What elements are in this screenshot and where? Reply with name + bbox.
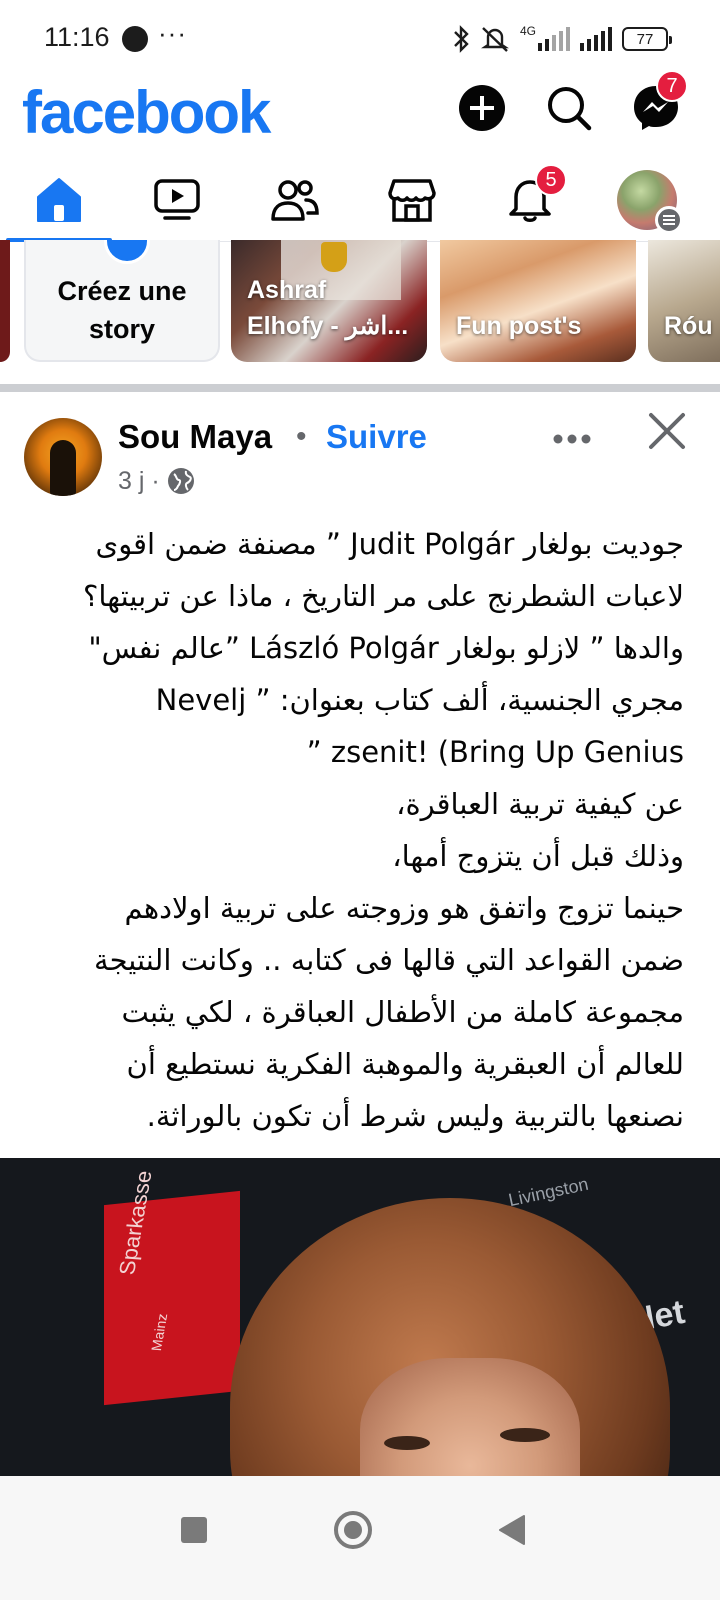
- plus-circle-icon: [459, 85, 505, 131]
- story-label: Róu: [664, 312, 713, 340]
- banner-text: Sparkasse: [114, 1169, 157, 1276]
- sponsor-banner: Sparkasse Mainz: [104, 1170, 240, 1406]
- post-more-button[interactable]: [552, 412, 592, 454]
- video-icon: [154, 179, 200, 220]
- back-system-button[interactable]: [484, 1502, 540, 1558]
- tab-home[interactable]: [4, 160, 114, 240]
- post-time[interactable]: 3 j ·: [118, 467, 160, 496]
- tab-menu[interactable]: [592, 160, 702, 240]
- post-header: Sou Maya • Suivre 3 j ·: [0, 402, 720, 512]
- create-story-plus-icon: [104, 240, 150, 264]
- circle-home-icon: [334, 1511, 372, 1549]
- post-text-line: نصنعها بالتربية وليس شرط أن تكون بالوراث…: [146, 1099, 684, 1133]
- author-name[interactable]: Sou Maya: [118, 418, 272, 456]
- home-icon: [37, 178, 81, 222]
- story-label: Ashraf Elhofy - اشر...: [247, 276, 409, 340]
- trophy-icon: [321, 242, 347, 272]
- story-card-partial[interactable]: [0, 240, 10, 362]
- battery-icon: 77: [622, 27, 672, 51]
- home-system-button[interactable]: [325, 1502, 381, 1558]
- messenger-notification-icon: [122, 26, 148, 52]
- post-text: جوديت بولغار Judit Polgár ” مصنفة ضمن اق…: [30, 518, 684, 1142]
- hide-post-button[interactable]: [646, 410, 688, 452]
- search-button[interactable]: [545, 84, 593, 132]
- separator-dot: •: [296, 420, 307, 453]
- post-text-line: مجري الجنسية، ألف كتاب بعنوان: ” Nevelj: [155, 683, 684, 717]
- stories-tray: Créez une story Ashraf Elhofy - اشر... F…: [0, 240, 720, 364]
- main-nav: 5: [0, 160, 720, 242]
- more-horizontal-icon: [553, 434, 591, 444]
- marketplace-icon: [388, 179, 436, 222]
- author-avatar[interactable]: [24, 418, 102, 496]
- tab-video[interactable]: [122, 160, 232, 240]
- recent-apps-button[interactable]: [166, 1502, 222, 1558]
- banner-subtext: Mainz: [148, 1313, 171, 1352]
- create-story-label: Créez une story: [57, 276, 187, 344]
- facebook-logo[interactable]: facebook: [22, 78, 271, 147]
- story-card[interactable]: Fun post's: [440, 240, 636, 362]
- search-icon: [548, 87, 592, 131]
- story-card[interactable]: Ashraf Elhofy - اشر...: [231, 240, 427, 362]
- post-text-line: لاعبات الشطرنج على مر التاريخ ، ماذا عن …: [82, 579, 684, 613]
- post-text-line: مجموعة كاملة من الأطفال العباقرة ، لكي ي…: [121, 995, 684, 1029]
- bluetooth-icon: [454, 25, 469, 53]
- create-button[interactable]: [458, 84, 506, 132]
- close-icon: [649, 413, 685, 449]
- app-header: facebook 7: [0, 70, 720, 156]
- status-more-icon: ···: [158, 18, 187, 48]
- tab-marketplace[interactable]: [357, 160, 467, 240]
- status-time: 11:16: [44, 22, 110, 52]
- story-card-partial[interactable]: Róu: [648, 240, 720, 362]
- tab-friends[interactable]: [240, 160, 350, 240]
- post-text-line: عن كيفية تربية العباقرة،: [396, 787, 684, 821]
- person-face: [360, 1358, 580, 1476]
- feed-divider: [0, 384, 720, 392]
- system-navigation-bar: [0, 1476, 720, 1600]
- avatar-silhouette: [50, 440, 76, 496]
- status-bar: 11:16 ··· 4G 77: [0, 0, 720, 76]
- post-text-line: جوديت بولغار Judit Polgár ” مصنفة ضمن اق…: [95, 527, 685, 561]
- messenger-badge: 7: [656, 70, 688, 102]
- menu-hamburger-icon: [655, 206, 683, 234]
- post-text-line: zsenit! (Bring Up Genius ”: [306, 735, 684, 769]
- status-icons: 4G 77: [452, 24, 672, 54]
- messenger-button[interactable]: 7: [632, 70, 688, 132]
- story-label: Fun post's: [456, 312, 582, 340]
- post-text-line: ضمن القواعد التي قالها فى كتابه .. وكانت…: [94, 943, 684, 977]
- create-story-card[interactable]: Créez une story: [24, 240, 220, 362]
- post-text-line: حينما تزوج واتفق هو وزوجته على تربية اول…: [124, 891, 684, 925]
- battery-level: 77: [636, 30, 654, 48]
- sponsor-text: Livingston: [506, 1173, 591, 1211]
- post-text-line: للعالم أن العبقرية والموهبة الفكرية نستط…: [126, 1047, 684, 1081]
- post-meta: 3 j ·: [118, 466, 196, 496]
- signal-icon-2: [580, 27, 612, 51]
- tab-notifications[interactable]: 5: [475, 160, 585, 240]
- globe-icon: [167, 468, 194, 494]
- mute-icon: [481, 27, 509, 52]
- person-eye: [500, 1428, 550, 1442]
- network-type: 4G: [519, 24, 536, 38]
- friends-icon: [271, 180, 319, 221]
- signal-icon: [538, 27, 570, 51]
- post-text-line: والدها ” لازلو بولغار László Polgár ”عال…: [88, 631, 684, 665]
- back-triangle-icon: [499, 1515, 525, 1545]
- follow-button[interactable]: Suivre: [326, 418, 427, 456]
- profile-menu-icon: [617, 170, 683, 234]
- square-icon: [181, 1517, 207, 1543]
- post-text-line: وذلك قبل أن يتزوج أمها،: [392, 839, 684, 873]
- post-image[interactable]: Sparkasse Mainz Livingston FiNet: [0, 1158, 720, 1476]
- notifications-badge: 5: [535, 164, 567, 196]
- person-eye: [384, 1436, 430, 1450]
